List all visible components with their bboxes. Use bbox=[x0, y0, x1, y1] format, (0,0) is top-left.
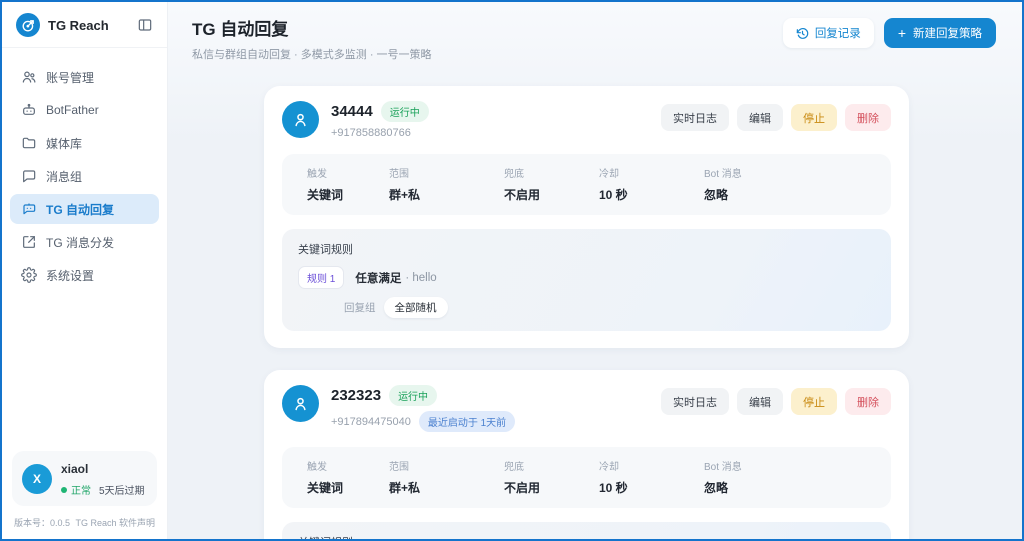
account-card: 34444 运行中 +917858880766 实时日志 编辑 停止 删除 触发… bbox=[264, 86, 909, 348]
user-name: xiaol bbox=[61, 462, 89, 476]
stat-label: 兜底 bbox=[504, 169, 524, 180]
account-card: 232323 运行中 +917894475040 最近启动于 1天前 实时日志 … bbox=[264, 370, 909, 539]
account-avatar-icon bbox=[282, 385, 319, 422]
collapse-sidebar-icon[interactable] bbox=[135, 15, 155, 35]
user-status: 正常 bbox=[71, 486, 91, 497]
stat-label: 范围 bbox=[389, 462, 409, 473]
version-text: 版本号：0.0.5 bbox=[14, 518, 71, 528]
sidebar-item-label: 媒体库 bbox=[46, 136, 83, 151]
stat-value: 不启用 bbox=[504, 188, 541, 202]
sidebar-footer: 版本号：0.0.5 TG Reach 软件声明 bbox=[2, 512, 167, 539]
stat-value: 10 秒 bbox=[599, 481, 628, 495]
user-avatar: X bbox=[22, 463, 52, 494]
logo-row: TG Reach bbox=[2, 2, 167, 48]
rule-keywords: · hello bbox=[405, 271, 437, 284]
history-icon bbox=[796, 27, 809, 40]
realtime-log-button[interactable]: 实时日志 bbox=[661, 104, 729, 131]
stat-value: 关键词 bbox=[307, 188, 344, 202]
stat-label: 冷却 bbox=[599, 462, 619, 473]
stat-label: Bot 消息 bbox=[704, 462, 742, 473]
stat-value: 关键词 bbox=[307, 481, 344, 495]
stat-value: 忽略 bbox=[704, 481, 729, 495]
status-dot bbox=[61, 486, 67, 493]
edit-button[interactable]: 编辑 bbox=[737, 388, 783, 415]
folder-icon bbox=[20, 135, 37, 152]
running-status-badge: 运行中 bbox=[389, 385, 438, 406]
sidebar-item-label: BotFather bbox=[46, 103, 99, 117]
stat-value: 忽略 bbox=[704, 188, 729, 202]
stat-label: 冷却 bbox=[599, 169, 619, 180]
stat-value: 群+私 bbox=[389, 188, 421, 202]
gear-icon bbox=[20, 267, 37, 284]
rule-match-mode: 任意满足 bbox=[355, 272, 402, 285]
sidebar-item-label: TG 自动回复 bbox=[46, 202, 114, 217]
sidebar-menu: 账号管理 BotFather 媒体库 消息组 TG 自动回复 TG 消息分发 系… bbox=[2, 48, 167, 443]
stat-value: 群+私 bbox=[389, 481, 421, 495]
new-reply-strategy-button[interactable]: + 新建回复策略 bbox=[883, 18, 996, 48]
account-avatar-icon bbox=[282, 101, 319, 138]
sidebar-item-settings[interactable]: 系统设置 bbox=[10, 260, 159, 290]
reply-group-label: 回复组 bbox=[344, 302, 376, 314]
sidebar-item-message-groups[interactable]: 消息组 bbox=[10, 161, 159, 191]
delete-button[interactable]: 删除 bbox=[845, 388, 891, 415]
strategy-stats: 触发关键词 范围群+私 兜底不启用 冷却 10 秒 Bot 消息 忽略 bbox=[282, 447, 891, 508]
sidebar-item-label: TG 消息分发 bbox=[46, 235, 114, 250]
sidebar-item-tg-distribution[interactable]: TG 消息分发 bbox=[10, 227, 159, 257]
sidebar-item-tg-auto-reply[interactable]: TG 自动回复 bbox=[10, 194, 159, 224]
account-name: 34444 bbox=[331, 103, 373, 120]
sidebar-item-botfather[interactable]: BotFather bbox=[10, 95, 159, 125]
strategy-stats: 触发关键词 范围群+私 兜底不启用 冷却 10 秒 Bot 消息 忽略 bbox=[282, 154, 891, 215]
sidebar-item-accounts[interactable]: 账号管理 bbox=[10, 62, 159, 92]
rule-badge: 规则 1 bbox=[298, 266, 345, 289]
stat-value: 10 秒 bbox=[599, 188, 628, 202]
last-started-badge: 最近启动于 1天前 bbox=[418, 411, 516, 432]
keyword-rules-box: 关键词规则 规则 1 任意满足 · hello 回复组 全部随机 私信回复 bbox=[282, 522, 891, 539]
running-status-badge: 运行中 bbox=[380, 101, 429, 122]
chat-icon bbox=[20, 168, 37, 185]
stat-label: 范围 bbox=[389, 169, 409, 180]
sidebar: TG Reach 账号管理 BotFather 媒体库 消息组 TG 自动回复 … bbox=[2, 2, 168, 539]
page-header: TG 自动回复 私信与群组自动回复 · 多模式多监测 · 一号一策略 回复记录 … bbox=[168, 2, 1022, 62]
sidebar-item-label: 消息组 bbox=[46, 169, 83, 184]
stop-button[interactable]: 停止 bbox=[791, 104, 837, 131]
users-icon bbox=[20, 69, 37, 86]
sidebar-item-label: 账号管理 bbox=[46, 70, 95, 85]
realtime-log-button[interactable]: 实时日志 bbox=[661, 388, 729, 415]
account-phone: +917858880766 bbox=[331, 127, 411, 139]
app-logo-icon bbox=[16, 13, 40, 37]
sidebar-item-media[interactable]: 媒体库 bbox=[10, 128, 159, 158]
account-phone: +917894475040 bbox=[331, 415, 411, 428]
stat-value: 不启用 bbox=[504, 481, 541, 495]
keyword-rules-box: 关键词规则 规则 1 任意满足 · hello 回复组 全部随机 bbox=[282, 229, 891, 331]
stat-label: Bot 消息 bbox=[704, 169, 742, 180]
strategy-list: 34444 运行中 +917858880766 实时日志 编辑 停止 删除 触发… bbox=[264, 86, 909, 539]
page-subtitle: 私信与群组自动回复 · 多模式多监测 · 一号一策略 bbox=[192, 49, 432, 61]
rules-title: 关键词规则 bbox=[298, 244, 353, 256]
rules-title: 关键词规则 bbox=[298, 534, 875, 539]
edit-button[interactable]: 编辑 bbox=[737, 104, 783, 131]
user-expiry: 5天后过期 bbox=[99, 486, 145, 497]
plus-icon: + bbox=[897, 25, 906, 41]
stat-label: 触发 bbox=[307, 169, 327, 180]
share-icon bbox=[20, 234, 37, 251]
account-name: 232323 bbox=[331, 387, 382, 404]
stat-label: 触发 bbox=[307, 462, 327, 473]
reply-history-button[interactable]: 回复记录 bbox=[782, 18, 874, 48]
page-title: TG 自动回复 bbox=[192, 20, 289, 39]
sidebar-item-label: 系统设置 bbox=[46, 268, 95, 283]
delete-button[interactable]: 删除 bbox=[845, 104, 891, 131]
bot-icon bbox=[20, 102, 37, 119]
reply-group-pill: 全部随机 bbox=[383, 297, 448, 318]
bot-chat-icon bbox=[20, 201, 37, 218]
user-card[interactable]: X xiaol 正常 5天后过期 bbox=[12, 451, 157, 506]
stat-label: 兜底 bbox=[504, 462, 524, 473]
stop-button[interactable]: 停止 bbox=[791, 388, 837, 415]
app-title: TG Reach bbox=[48, 17, 109, 33]
main-content: TG 自动回复 私信与群组自动回复 · 多模式多监测 · 一号一策略 回复记录 … bbox=[168, 2, 1022, 539]
software-statement-link[interactable]: TG Reach 软件声明 bbox=[75, 516, 155, 529]
